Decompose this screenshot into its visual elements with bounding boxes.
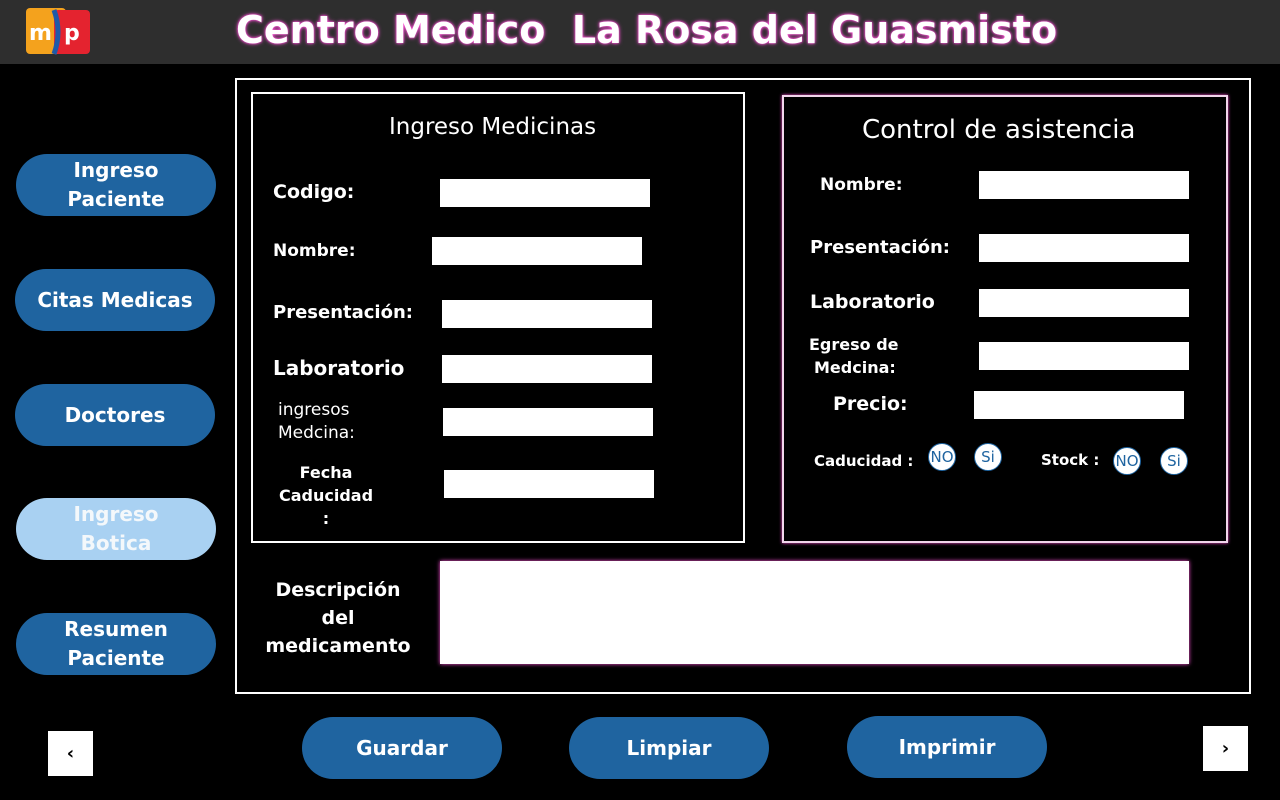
- ingresos-medicina-label-line2: Medcina:: [278, 423, 355, 443]
- ingresos-medicina-field[interactable]: [443, 408, 653, 436]
- caducidad-label: Caducidad :: [814, 452, 914, 470]
- asistencia-nombre-field[interactable]: [979, 171, 1189, 199]
- egreso-medicina-field[interactable]: [979, 342, 1189, 370]
- limpiar-button[interactable]: Limpiar: [569, 717, 769, 779]
- laboratorio-field[interactable]: [442, 355, 652, 383]
- descripcion-label-line2: del medicamento: [265, 607, 411, 657]
- asistencia-presentacion-field[interactable]: [979, 234, 1189, 262]
- asistencia-nombre-label: Nombre:: [820, 175, 903, 195]
- egreso-medicina-label: Egreso de Medcina:: [809, 333, 899, 379]
- caducidad-si-radio[interactable]: Si: [974, 443, 1002, 471]
- asistencia-panel-title: Control de asistencia: [862, 115, 1136, 145]
- fecha-caducidad-label-line2: Caducidad :: [278, 486, 374, 528]
- asistencia-panel: [782, 95, 1228, 543]
- msp-logo: m p: [24, 6, 92, 58]
- guardar-button[interactable]: Guardar: [302, 717, 502, 779]
- fecha-caducidad-label-line1: Fecha: [299, 463, 353, 482]
- stock-no-radio[interactable]: NO: [1113, 447, 1141, 475]
- stock-si-radio[interactable]: Si: [1160, 447, 1188, 475]
- next-page-button[interactable]: ›: [1203, 726, 1248, 771]
- sidebar-item-resumen-paciente[interactable]: Resumen Paciente: [16, 613, 216, 675]
- presentacion-field[interactable]: [442, 300, 652, 328]
- sidebar-item-label: Paciente: [67, 187, 165, 211]
- svg-text:m: m: [29, 21, 52, 46]
- nombre-label: Nombre:: [273, 241, 356, 261]
- sidebar-item-citas-medicas[interactable]: Citas Medicas: [15, 269, 215, 331]
- fecha-caducidad-label: Fecha Caducidad :: [276, 461, 376, 530]
- descripcion-textarea[interactable]: [440, 561, 1189, 664]
- sidebar-item-ingreso-paciente[interactable]: Ingreso Paciente: [16, 154, 216, 216]
- imprimir-button[interactable]: Imprimir: [847, 716, 1047, 778]
- sidebar-item-label: Paciente: [67, 646, 165, 670]
- app-title: Centro Medico La Rosa del Guasmisto: [236, 8, 1058, 52]
- descripcion-label-line1: Descripción: [275, 579, 401, 601]
- asistencia-presentacion-label: Presentación:: [810, 237, 950, 258]
- descripcion-label: Descripción del medicamento: [246, 576, 430, 660]
- stock-label: Stock :: [1041, 451, 1100, 469]
- sidebar-item-label: Ingreso: [73, 502, 159, 526]
- fecha-caducidad-field[interactable]: [444, 470, 654, 498]
- sidebar-item-ingreso-botica[interactable]: Ingreso Botica: [16, 498, 216, 560]
- caducidad-no-radio[interactable]: NO: [928, 443, 956, 471]
- sidebar-item-label: Citas Medicas: [37, 287, 193, 312]
- sidebar-item-label: Resumen: [64, 617, 168, 641]
- precio-label: Precio:: [833, 393, 908, 415]
- egreso-medicina-label-line1: Egreso de: [809, 335, 899, 354]
- precio-field[interactable]: [974, 391, 1184, 419]
- ingresos-medicina-label-line1: ingresos: [278, 400, 350, 420]
- codigo-field[interactable]: [440, 179, 650, 207]
- sidebar-item-label: Doctores: [64, 402, 166, 427]
- medicinas-panel-title: Ingreso Medicinas: [389, 114, 597, 140]
- codigo-label: Codigo:: [273, 181, 355, 203]
- asistencia-laboratorio-field[interactable]: [979, 289, 1189, 317]
- nombre-field[interactable]: [432, 237, 642, 265]
- egreso-medicina-label-line2: Medcina:: [814, 358, 896, 377]
- prev-page-button[interactable]: ‹: [48, 731, 93, 776]
- chevron-right-icon: ›: [1221, 738, 1230, 759]
- asistencia-laboratorio-label: Laboratorio: [810, 291, 935, 313]
- svg-text:p: p: [64, 21, 80, 46]
- laboratorio-label: Laboratorio: [273, 356, 405, 380]
- chevron-left-icon: ‹: [66, 743, 75, 764]
- sidebar-item-label: Botica: [80, 531, 152, 555]
- sidebar-item-label: Ingreso: [73, 158, 159, 182]
- presentacion-label: Presentación:: [273, 302, 413, 323]
- sidebar-item-doctores[interactable]: Doctores: [15, 384, 215, 446]
- ingresos-medicina-label: ingresos Medcina:: [278, 399, 355, 445]
